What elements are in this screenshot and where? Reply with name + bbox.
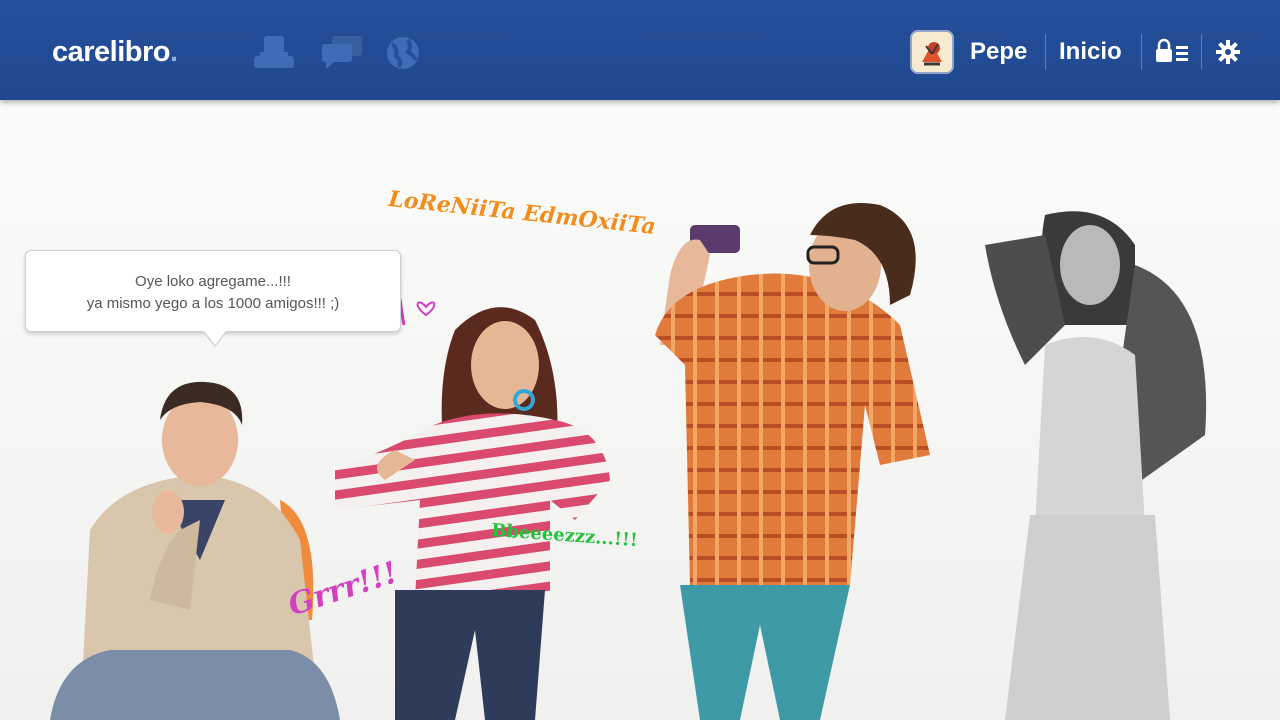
name-tag-loreniita: LoReNiiTa EdmOxiiTa bbox=[387, 186, 657, 240]
chat-icon[interactable] bbox=[320, 34, 364, 70]
speech-line-1: Oye loko agregame...!!! bbox=[135, 273, 291, 290]
speech-bubble: Oye loko agregame...!!! ya mismo yego a … bbox=[25, 250, 401, 347]
lock-list-icon[interactable] bbox=[1155, 38, 1189, 64]
profile-stage: Oye loko agregame...!!! ya mismo yego a … bbox=[0, 100, 1280, 720]
nav-divider bbox=[1045, 34, 1046, 70]
nav-divider bbox=[1201, 34, 1202, 70]
logo-dot: . bbox=[170, 36, 178, 68]
home-link[interactable]: Inicio bbox=[1059, 38, 1122, 66]
person-seated-man bbox=[50, 381, 340, 720]
speech-tail bbox=[204, 331, 226, 345]
profile-link[interactable]: Pepe bbox=[970, 38, 1027, 66]
friends-icon[interactable] bbox=[250, 34, 298, 70]
person-bw-man bbox=[985, 211, 1207, 720]
speech-line-2: ya mismo yego a los 1000 amigos!!! ;) bbox=[86, 295, 340, 312]
person-phone-man bbox=[655, 203, 930, 720]
globe-icon[interactable] bbox=[384, 34, 422, 72]
gear-icon[interactable] bbox=[1215, 39, 1241, 65]
person-striped-girl bbox=[335, 307, 610, 720]
nav-divider bbox=[1141, 34, 1142, 70]
logo-text: carelibro bbox=[52, 36, 171, 68]
carelibro-logo[interactable]: carelibro. bbox=[52, 36, 178, 69]
user-avatar[interactable] bbox=[912, 32, 952, 72]
top-navigation-bar: carelibro. Pepe Inicio bbox=[0, 0, 1280, 100]
